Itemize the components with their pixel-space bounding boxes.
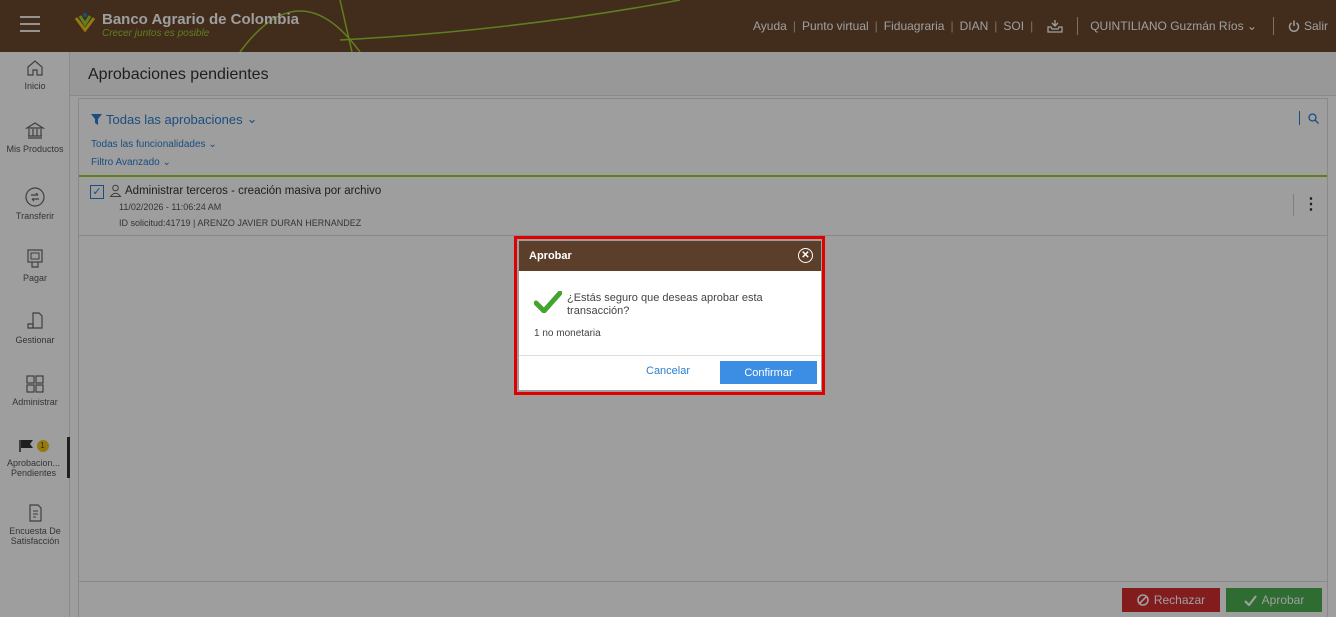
confirm-button[interactable]: Confirmar [720, 361, 817, 384]
approve-dialog: Aprobar ✕ ¿Estás seguro que deseas aprob… [519, 241, 821, 390]
success-check-icon [534, 291, 562, 313]
dialog-note: 1 no monetaria [534, 328, 601, 339]
dialog-question: ¿Estás seguro que deseas aprobar esta tr… [567, 292, 763, 317]
close-icon[interactable]: ✕ [798, 248, 813, 263]
dialog-footer: Cancelar Confirmar [519, 356, 821, 389]
dialog-header: Aprobar ✕ [519, 241, 821, 271]
dialog-title: Aprobar [529, 250, 572, 262]
dialog-body: ¿Estás seguro que deseas aprobar esta tr… [519, 271, 821, 356]
cancel-button[interactable]: Cancelar [646, 365, 690, 377]
